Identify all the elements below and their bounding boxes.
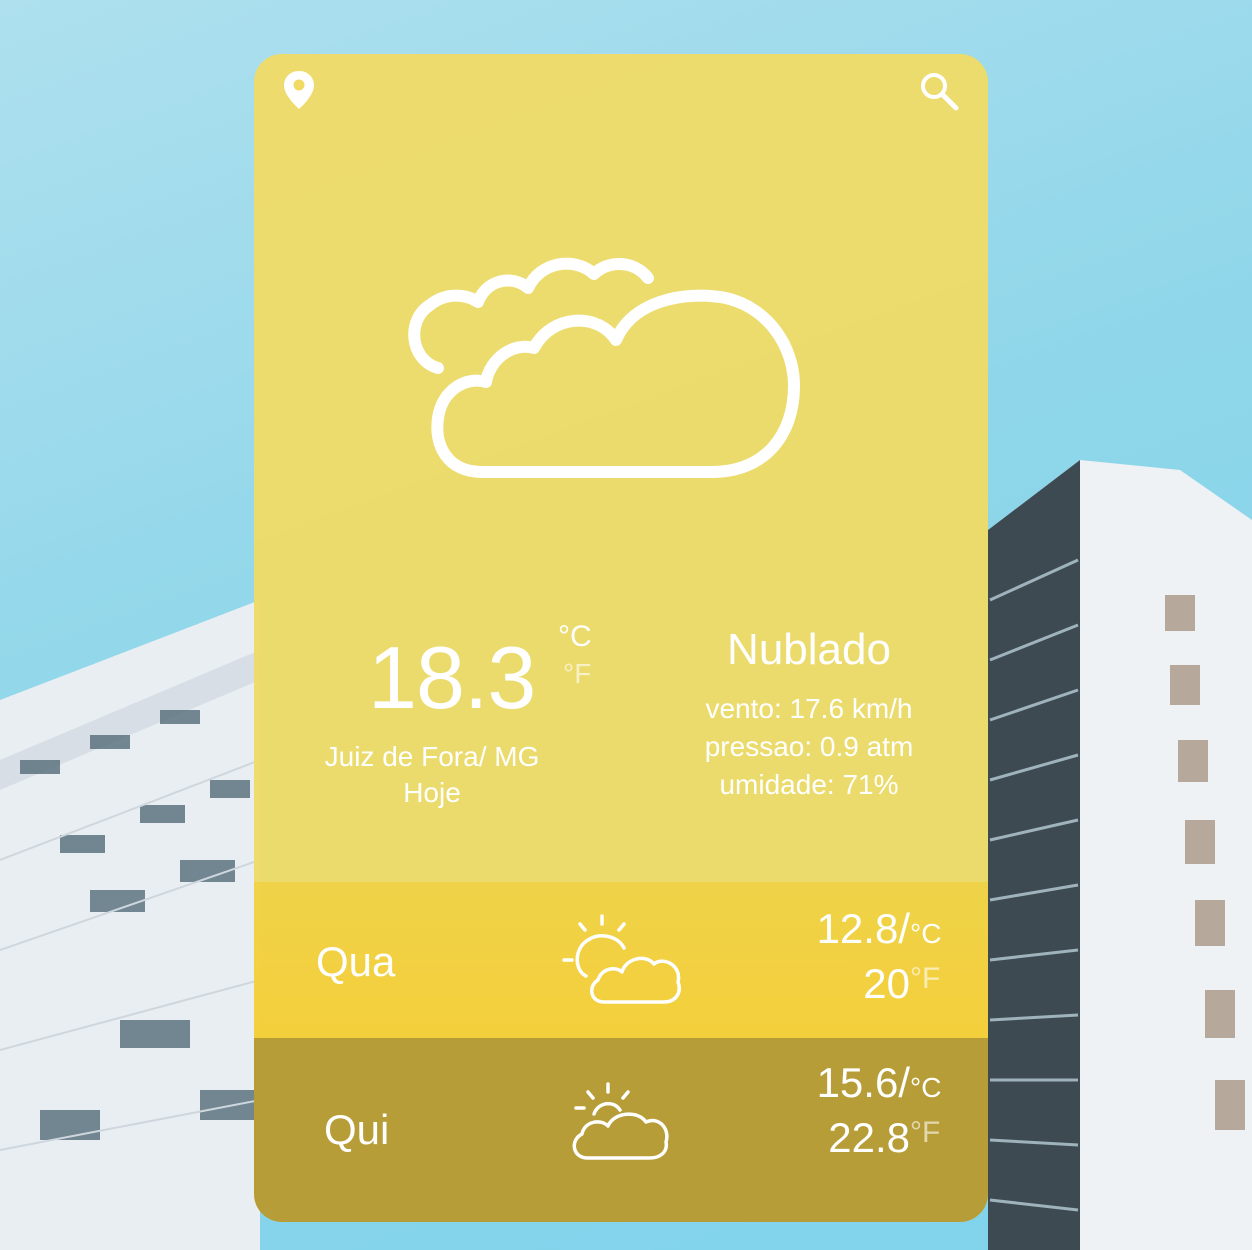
weather-condition: Nublado xyxy=(727,625,891,674)
humidity-info: umidade: 71% xyxy=(719,769,899,800)
forecast-day: Qua xyxy=(316,938,396,985)
celsius-unit[interactable]: °C xyxy=(910,909,946,959)
cloudy-icon xyxy=(408,257,800,478)
weather-app: 18.3 °C °F Juiz de Fora/ MG Hoje Nublado… xyxy=(0,0,1252,1250)
celsius-unit[interactable]: °C xyxy=(910,1063,946,1113)
forecast-temperatures: 15.6/°C 22.8°F xyxy=(816,1058,946,1161)
forecast-temp-fahrenheit: 20 xyxy=(863,960,910,1007)
current-day: Hoje xyxy=(403,777,461,808)
current-weather-panel: 18.3 °C °F Juiz de Fora/ MG Hoje Nublado… xyxy=(254,54,988,882)
fahrenheit-toggle[interactable]: °F xyxy=(563,658,591,690)
temp-separator: / xyxy=(898,905,910,952)
temp-separator: / xyxy=(898,1059,910,1106)
celsius-toggle[interactable]: °C xyxy=(558,620,592,654)
current-temperature: 18.3 xyxy=(368,628,536,727)
weather-card: 18.3 °C °F Juiz de Fora/ MG Hoje Nublado… xyxy=(254,54,988,1222)
forecast-temp-celsius: 15.6 xyxy=(816,1059,899,1106)
forecast-row: Qui 15.6/°C 22.8°F xyxy=(254,1038,988,1222)
forecast-day: Qui xyxy=(324,1106,390,1153)
forecast-temp-celsius: 12.8 xyxy=(816,905,899,952)
forecast-temperatures: 12.8/°C 20°F xyxy=(816,904,946,1007)
forecast-row: Qua 12.8/°C 20°F xyxy=(254,882,988,1038)
map-pin-icon[interactable] xyxy=(282,70,316,110)
wind-info: vento: 17.6 km/h xyxy=(705,693,913,724)
pressure-info: pressao: 0.9 atm xyxy=(704,731,914,762)
search-icon[interactable] xyxy=(918,70,960,112)
city-name: Juiz de Fora/ MG xyxy=(324,741,540,772)
fahrenheit-unit[interactable]: °F xyxy=(910,954,946,1004)
fahrenheit-unit[interactable]: °F xyxy=(910,1108,946,1158)
partly-cloudy-icon xyxy=(572,1082,669,1160)
partly-cloudy-icon xyxy=(562,914,681,1004)
forecast-temp-fahrenheit: 22.8 xyxy=(828,1114,910,1161)
weather-details: vento: 17.6 km/h pressao: 0.9 atm umidad… xyxy=(664,690,954,804)
